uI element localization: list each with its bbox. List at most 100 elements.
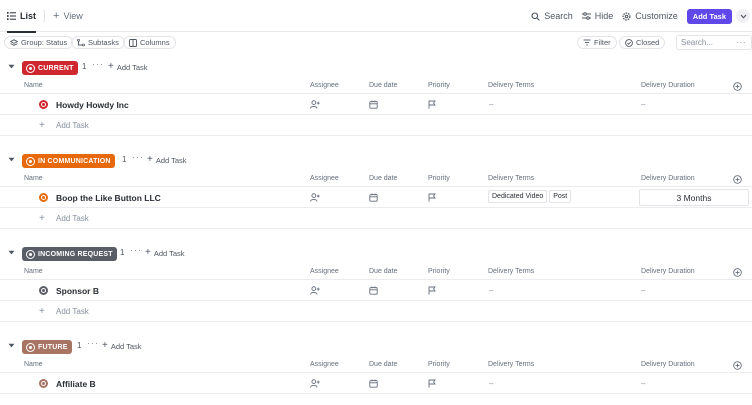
column-delivery-terms[interactable]: Delivery Terms: [488, 268, 534, 275]
more-options-icon[interactable]: ···: [132, 152, 144, 162]
column-assignee[interactable]: Assignee: [310, 82, 339, 89]
column-due-date[interactable]: Due date: [369, 82, 397, 89]
search-input[interactable]: Search... ···: [676, 35, 752, 50]
column-name[interactable]: Name: [24, 361, 43, 368]
delivery-duration-value[interactable]: 3 Months: [639, 189, 749, 206]
flag-icon[interactable]: [428, 100, 436, 109]
group-add-task-button[interactable]: + Add Task: [145, 248, 185, 258]
status-circle-icon[interactable]: [39, 379, 48, 388]
task-row[interactable]: Boop the Like Button LLC Dedicated Video…: [0, 188, 752, 208]
column-priority[interactable]: Priority: [428, 268, 450, 275]
tab-list[interactable]: List: [7, 0, 37, 33]
column-due-date[interactable]: Due date: [369, 268, 397, 275]
delivery-terms-tags[interactable]: Dedicated Video Post: [488, 190, 572, 203]
status-badge[interactable]: FUTURE: [22, 340, 72, 354]
column-delivery-duration[interactable]: Delivery Duration: [641, 82, 695, 89]
columns-chip[interactable]: Columns: [123, 36, 176, 49]
add-view-button[interactable]: + View: [53, 0, 83, 32]
column-delivery-terms[interactable]: Delivery Terms: [488, 361, 534, 368]
add-column-icon[interactable]: [733, 268, 742, 277]
column-priority[interactable]: Priority: [428, 361, 450, 368]
more-options-icon[interactable]: ···: [736, 38, 747, 47]
task-name[interactable]: Howdy Howdy Inc: [56, 100, 129, 110]
column-due-date[interactable]: Due date: [369, 175, 397, 182]
group-add-task-label: Add Task: [116, 62, 148, 72]
flag-icon[interactable]: [428, 193, 436, 202]
group-add-task-button[interactable]: + Add Task: [147, 155, 187, 165]
caret-down-icon[interactable]: [8, 64, 15, 69]
flag-icon[interactable]: [428, 286, 436, 295]
task-row[interactable]: Howdy Howdy Inc – –: [0, 95, 752, 115]
filter-chip[interactable]: Filter: [577, 36, 617, 49]
column-assignee[interactable]: Assignee: [310, 175, 339, 182]
tab-list-label: List: [20, 11, 37, 21]
column-delivery-terms[interactable]: Delivery Terms: [488, 175, 534, 182]
column-delivery-duration[interactable]: Delivery Duration: [641, 175, 695, 182]
delivery-term-tag[interactable]: Post: [549, 190, 572, 203]
more-options-icon[interactable]: ···: [92, 59, 104, 69]
add-assignee-icon[interactable]: [310, 379, 320, 388]
calendar-icon[interactable]: [369, 379, 378, 388]
caret-down-icon[interactable]: [8, 343, 15, 348]
task-row[interactable]: Sponsor B – –: [0, 281, 752, 301]
delivery-terms-empty[interactable]: –: [489, 100, 493, 109]
add-assignee-icon[interactable]: [310, 286, 320, 295]
column-assignee[interactable]: Assignee: [310, 361, 339, 368]
column-name[interactable]: Name: [24, 82, 43, 89]
status-badge[interactable]: INCOMING REQUEST: [22, 247, 117, 261]
add-task-button[interactable]: Add Task: [686, 8, 732, 24]
delivery-term-tag[interactable]: Dedicated Video: [488, 190, 548, 203]
delivery-duration-empty[interactable]: –: [641, 100, 645, 109]
status-badge[interactable]: CURRENT: [22, 61, 78, 75]
caret-down-icon[interactable]: [8, 157, 15, 162]
column-delivery-duration[interactable]: Delivery Duration: [641, 268, 695, 275]
subtasks-chip[interactable]: Subtasks: [71, 36, 125, 49]
column-header-row: Name Assignee Due date Priority Delivery…: [0, 79, 752, 94]
add-assignee-icon[interactable]: [310, 193, 320, 202]
task-name[interactable]: Affiliate B: [56, 379, 96, 389]
more-options-icon[interactable]: ···: [87, 338, 99, 348]
column-priority[interactable]: Priority: [428, 82, 450, 89]
status-badge[interactable]: IN COMMUNICATION: [22, 154, 115, 168]
group-add-task-button[interactable]: + Add Task: [102, 341, 142, 351]
add-task-row[interactable]: + Add Task: [0, 116, 752, 136]
task-name[interactable]: Boop the Like Button LLC: [56, 193, 161, 203]
more-dropdown-button[interactable]: [736, 9, 750, 23]
add-task-row[interactable]: + Add Task: [0, 302, 752, 322]
status-circle-icon[interactable]: [39, 193, 48, 202]
delivery-terms-empty[interactable]: –: [489, 379, 493, 388]
delivery-duration-empty[interactable]: –: [641, 379, 645, 388]
column-priority[interactable]: Priority: [428, 175, 450, 182]
delivery-duration-empty[interactable]: –: [641, 286, 645, 295]
calendar-icon[interactable]: [369, 193, 378, 202]
flag-icon[interactable]: [428, 379, 436, 388]
add-task-row[interactable]: + Add Task: [0, 209, 752, 229]
hide-button[interactable]: Hide: [581, 11, 613, 21]
caret-down-icon[interactable]: [8, 250, 15, 255]
add-column-icon[interactable]: [733, 82, 742, 91]
column-delivery-terms[interactable]: Delivery Terms: [488, 82, 534, 89]
column-delivery-duration[interactable]: Delivery Duration: [641, 361, 695, 368]
more-options-icon[interactable]: ···: [130, 245, 142, 255]
add-column-icon[interactable]: [733, 175, 742, 184]
group-add-task-button[interactable]: + Add Task: [108, 62, 148, 72]
column-assignee[interactable]: Assignee: [310, 268, 339, 275]
add-column-icon[interactable]: [733, 361, 742, 370]
column-name[interactable]: Name: [24, 268, 43, 275]
customize-button[interactable]: Customize: [622, 11, 678, 21]
calendar-icon[interactable]: [369, 100, 378, 109]
column-name[interactable]: Name: [24, 175, 43, 182]
search-button[interactable]: Search: [531, 11, 573, 21]
task-row[interactable]: Affiliate B – –: [0, 374, 752, 394]
columns-label: Columns: [140, 38, 170, 47]
group-count: 1: [120, 248, 125, 257]
status-circle-icon[interactable]: [39, 286, 48, 295]
closed-chip[interactable]: Closed: [619, 36, 666, 49]
status-circle-icon[interactable]: [39, 100, 48, 109]
delivery-terms-empty[interactable]: –: [489, 286, 493, 295]
calendar-icon[interactable]: [369, 286, 378, 295]
add-assignee-icon[interactable]: [310, 100, 320, 109]
group-by-chip[interactable]: Group: Status: [4, 36, 74, 49]
task-name[interactable]: Sponsor B: [56, 286, 99, 296]
column-due-date[interactable]: Due date: [369, 361, 397, 368]
